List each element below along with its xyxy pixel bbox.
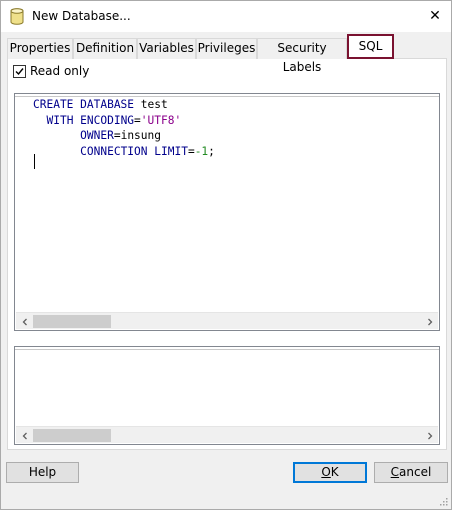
- sql-db-name: test: [134, 98, 168, 111]
- tab-properties[interactable]: Properties: [7, 38, 73, 59]
- scroll-thumb[interactable]: [33, 315, 111, 328]
- read-only-label: Read only: [30, 64, 90, 78]
- new-database-dialog: New Database... ✕ Properties Definition …: [0, 0, 452, 510]
- close-icon: ✕: [429, 8, 441, 24]
- chevron-right-icon: [427, 318, 432, 325]
- cancel-button[interactable]: Cancel: [374, 462, 448, 483]
- scroll-thumb[interactable]: [33, 429, 111, 442]
- output-horizontal-scrollbar[interactable]: [16, 426, 438, 443]
- title-bar[interactable]: New Database... ✕: [1, 1, 451, 32]
- scroll-left-button[interactable]: [16, 313, 33, 330]
- sql-operator: =: [134, 113, 141, 127]
- ok-label: K: [330, 465, 339, 479]
- window-title: New Database...: [32, 9, 131, 23]
- text-caret: [34, 154, 35, 169]
- sql-code: CREATE DATABASE test WITH ENCODING='UTF8…: [33, 97, 215, 159]
- sql-operator: =: [187, 144, 195, 158]
- output-top-border: [15, 347, 439, 350]
- message-output-pane[interactable]: [14, 346, 440, 445]
- close-button[interactable]: ✕: [419, 1, 451, 31]
- tab-variables[interactable]: Variables: [137, 38, 196, 59]
- tab-sql[interactable]: SQL: [347, 34, 394, 59]
- chevron-left-icon: [22, 432, 27, 439]
- read-only-checkbox[interactable]: [13, 64, 26, 78]
- tab-definition[interactable]: Definition: [73, 38, 137, 59]
- sql-number: -1: [194, 144, 209, 158]
- read-only-option[interactable]: Read only: [13, 63, 89, 79]
- cancel-mnemonic: C: [390, 465, 400, 479]
- ok-mnemonic: O: [321, 465, 331, 479]
- tab-security-labels[interactable]: Security Labels: [257, 38, 347, 74]
- sql-keyword: CONNECTION LIMIT: [80, 144, 188, 158]
- sql-terminator: ;: [208, 144, 215, 158]
- sql-keyword: CREATE DATABASE: [33, 98, 135, 111]
- cancel-label: ancel: [399, 465, 432, 479]
- sql-keyword: WITH ENCODING: [46, 113, 135, 127]
- tab-privileges[interactable]: Privileges: [196, 38, 257, 59]
- resize-grip-icon[interactable]: [438, 496, 448, 506]
- sql-editor[interactable]: CREATE DATABASE test WITH ENCODING='UTF8…: [14, 93, 440, 331]
- ok-button[interactable]: OK: [293, 462, 367, 483]
- sql-string: 'UTF8': [140, 113, 182, 127]
- chevron-left-icon: [22, 318, 27, 325]
- scroll-right-button[interactable]: [421, 313, 438, 330]
- scroll-right-button[interactable]: [421, 427, 438, 444]
- scroll-left-button[interactable]: [16, 427, 33, 444]
- chevron-right-icon: [427, 432, 432, 439]
- tab-strip: Properties Definition Variables Privileg…: [7, 34, 447, 74]
- help-button[interactable]: Help: [6, 462, 79, 483]
- checkmark-icon: [15, 67, 24, 75]
- sql-owner-value: =insung: [113, 129, 161, 142]
- editor-horizontal-scrollbar[interactable]: [16, 312, 438, 329]
- database-icon: [10, 8, 24, 25]
- sql-keyword: OWNER: [80, 129, 114, 142]
